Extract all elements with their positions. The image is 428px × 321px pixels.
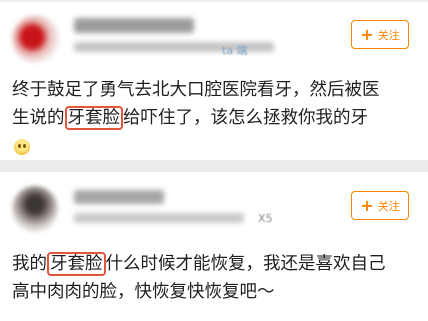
post-meta-blurred bbox=[74, 213, 244, 223]
post-text-line: 我的 牙套脸 什么时候才能恢复，我还是喜欢自己 bbox=[12, 251, 386, 277]
follow-label: 关注 bbox=[377, 199, 400, 213]
sweat-smile-icon bbox=[14, 139, 30, 155]
follow-label: 关注 bbox=[377, 28, 400, 42]
follow-button[interactable]: + 关注 bbox=[351, 20, 409, 49]
weibo-post: ta 端 + 关注 终于鼓足了勇气去北大口腔医院看牙，然后被医 生说的 牙套脸 给吓… bbox=[0, 2, 428, 160]
post-source: ta 端 bbox=[222, 44, 248, 57]
highlighted-keyword: 牙套脸 bbox=[64, 106, 123, 130]
highlighted-keyword: 牙套脸 bbox=[47, 252, 106, 276]
text-segment: 给吓住了，该怎么拯救你我的牙 bbox=[123, 108, 368, 128]
avatar[interactable] bbox=[12, 186, 58, 232]
plus-icon: + bbox=[360, 24, 374, 44]
text-segment: 我的 bbox=[12, 254, 47, 274]
avatar[interactable] bbox=[12, 15, 60, 63]
post-source: X5 bbox=[258, 212, 273, 225]
text-segment: 什么时候才能恢复，我还是喜欢自己 bbox=[105, 254, 386, 274]
username-blurred[interactable] bbox=[74, 18, 194, 33]
plus-icon: + bbox=[360, 195, 374, 215]
post-text-line: 终于鼓足了勇气去北大口腔医院看牙，然后被医 bbox=[12, 80, 380, 100]
post-text-line: 生说的 牙套脸 给吓住了，该怎么拯救你我的牙 bbox=[12, 105, 368, 131]
post-text-line: 高中肉肉的脸，快恢复快恢复吧～ bbox=[12, 282, 275, 302]
weibo-post: X5 + 关注 我的 牙套脸 什么时候才能恢复，我还是喜欢自己 高中肉肉的脸，快恢复… bbox=[0, 172, 428, 321]
text-segment: 生说的 bbox=[12, 108, 65, 128]
username-blurred[interactable] bbox=[74, 190, 164, 204]
follow-button[interactable]: + 关注 bbox=[351, 191, 409, 220]
